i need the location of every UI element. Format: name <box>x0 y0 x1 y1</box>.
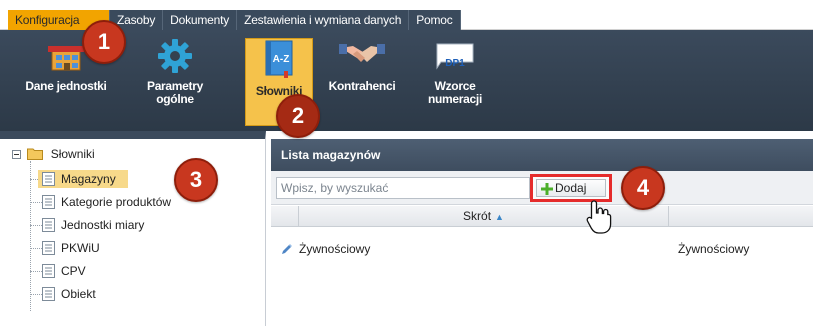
document-icon <box>42 241 55 255</box>
handshake-icon <box>339 44 385 62</box>
add-button-highlight: Dodaj <box>530 174 612 202</box>
wzorce-numeracji-button[interactable]: DP1 Wzorce numeracji <box>420 38 490 126</box>
document-icon <box>42 195 55 209</box>
tree-item-cpv[interactable]: CPV <box>42 262 86 280</box>
add-button[interactable]: Dodaj <box>536 179 606 197</box>
edit-pencil-icon[interactable] <box>281 243 293 255</box>
tree-item-label: CPV <box>61 264 86 278</box>
tree-item-label: Magazyny <box>61 172 116 186</box>
ribbon-button-label: Wzorce numeracji <box>428 79 482 106</box>
ribbon-button-label: Dane jednostki <box>25 79 107 93</box>
kontrahenci-button[interactable]: Kontrahenci <box>323 38 401 126</box>
column-header-skrot[interactable]: Skrót ▲ <box>299 206 669 227</box>
column-header-label: Skrót <box>463 209 492 223</box>
dictionary-book-icon: A-Z <box>265 40 293 78</box>
sort-ascending-icon: ▲ <box>495 212 504 222</box>
tab-dokumenty[interactable]: Dokumenty <box>163 10 238 30</box>
callout-step-4: 4 <box>621 166 665 210</box>
tree-guide-line <box>30 202 42 203</box>
list-toolbar: Dodaj <box>271 171 813 205</box>
cell-short-name: Żywnościowy <box>299 242 371 256</box>
document-icon <box>42 218 55 232</box>
ribbon-button-label: Kontrahenci <box>328 79 396 93</box>
tree-guide-line <box>30 225 42 226</box>
tree-item-obiekt[interactable]: Obiekt <box>42 285 96 303</box>
tree-root-slowniki[interactable]: Słowniki <box>12 145 95 163</box>
tree-guide-line <box>30 294 42 295</box>
add-button-label: Dodaj <box>555 181 587 195</box>
search-input[interactable] <box>276 177 530 199</box>
document-icon <box>42 264 55 278</box>
folder-icon <box>27 148 44 160</box>
tree-item-jednostki-miary[interactable]: Jednostki miary <box>42 216 144 234</box>
document-icon <box>42 287 55 301</box>
callout-step-1: 1 <box>82 20 126 64</box>
svg-text:A-Z: A-Z <box>273 54 290 65</box>
building-icon <box>48 46 84 71</box>
tree-item-label: PKWiU <box>61 241 100 255</box>
tree-root-label: Słowniki <box>50 147 95 161</box>
tree-item-label: Jednostki miary <box>61 218 145 232</box>
gear-icon <box>158 39 192 73</box>
tree-guide-line <box>30 161 31 311</box>
ribbon-button-label: Parametry ogólne <box>146 79 203 106</box>
callout-step-3: 3 <box>174 158 218 202</box>
document-icon <box>42 172 55 186</box>
callout-step-2: 2 <box>276 94 320 138</box>
dictionary-tree: Słowniki Magazyny Kategorie produktów Je… <box>0 131 266 326</box>
tree-guide-line <box>30 248 42 249</box>
tab-zestawienia[interactable]: Zestawienia i wymiana danych <box>237 10 410 30</box>
collapse-toggle-icon[interactable] <box>12 150 21 159</box>
main-menu-bar: Konfiguracja Zasoby Dokumenty Zestawieni… <box>0 0 813 30</box>
grid-header: Skrót ▲ <box>271 206 813 227</box>
grid-header-gutter <box>271 206 299 227</box>
numbering-template-badge: DP1 <box>445 58 465 69</box>
main-menu-tabs: Konfiguracja Zasoby Dokumenty Zestawieni… <box>8 10 461 30</box>
parametry-ogolne-button[interactable]: Parametry ogólne <box>140 38 210 126</box>
tree-guide-line <box>30 271 42 272</box>
tree-item-label: Kategorie produktów <box>61 195 172 209</box>
tree-item-kategorie-produktow[interactable]: Kategorie produktów <box>42 193 171 211</box>
cell-full-name: Żywnościowy <box>678 242 750 256</box>
plus-icon <box>541 183 553 195</box>
tree-item-magazyny[interactable]: Magazyny <box>38 170 128 188</box>
tree-item-pkwiu[interactable]: PKWiU <box>42 239 100 257</box>
panel-title: Lista magazynów <box>271 139 813 171</box>
warehouse-list-panel: Lista magazynów Dodaj Skrót▲ Żywnościowy… <box>271 139 813 326</box>
hand-cursor-icon <box>586 200 612 234</box>
tab-pomoc[interactable]: Pomoc <box>409 10 461 30</box>
table-row[interactable]: Żywnościowy Żywnościowy <box>271 238 813 260</box>
tree-item-label: Obiekt <box>61 287 96 301</box>
